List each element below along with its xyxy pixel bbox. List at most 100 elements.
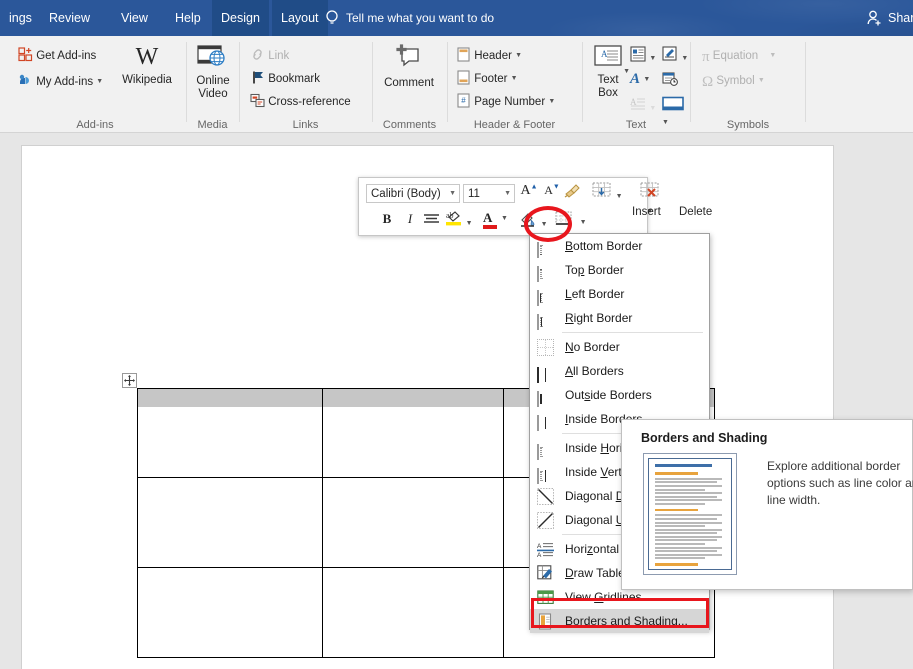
insert-label[interactable]: Insert <box>632 206 661 218</box>
shading-button[interactable]: ▼ <box>519 211 548 231</box>
font-color-button[interactable]: A ▼ <box>483 210 508 229</box>
share-button[interactable]: Shar <box>888 0 913 36</box>
tab-settings[interactable]: ings <box>0 0 41 36</box>
borders-dropdown-button[interactable]: ▼ <box>555 211 587 229</box>
quick-parts-button[interactable]: ▼ <box>630 46 656 65</box>
date-time-button[interactable] <box>662 71 678 90</box>
table-cell[interactable] <box>137 476 323 568</box>
comment-icon <box>396 44 419 67</box>
document-preview-thumbnail <box>643 453 737 575</box>
all-borders-icon <box>537 363 554 383</box>
table-cell[interactable] <box>321 476 505 568</box>
menu-item-right-border[interactable]: Right Border <box>530 306 709 330</box>
format-painter-button[interactable] <box>564 183 582 202</box>
ribbon-group-comments: Comment Comments <box>372 36 447 133</box>
get-addins-button[interactable]: Get Add-ins <box>18 46 96 66</box>
borders-and-shading-tooltip: Borders and Shading Explore additional b… <box>621 419 913 590</box>
italic-button[interactable]: I <box>402 211 418 227</box>
menu-item-borders-and-shading[interactable]: Borders and Shading... <box>530 609 709 633</box>
chevron-down-icon[interactable]: ▼ <box>515 46 522 66</box>
signature-line-icon <box>662 46 677 61</box>
tab-design[interactable]: Design <box>212 0 269 36</box>
bookmark-label: Bookmark <box>268 73 320 85</box>
header-button[interactable]: Header ▼ <box>456 46 522 66</box>
font-size-input[interactable]: 11 ▼ <box>463 184 515 203</box>
chevron-down-icon[interactable]: ▼ <box>616 193 623 200</box>
tab-help[interactable]: Help <box>166 0 210 36</box>
chevron-down-icon[interactable]: ▼ <box>504 185 511 203</box>
menu-item-bottom-border[interactable]: Bottom Border <box>530 234 709 258</box>
symbol-button: Ω Symbol ▼ <box>702 71 765 91</box>
grow-font-button[interactable]: A▲ <box>519 182 539 199</box>
insert-table-button[interactable]: ▼ <box>592 182 623 203</box>
align-button[interactable] <box>423 212 440 229</box>
chevron-down-icon[interactable]: ▼ <box>511 69 518 89</box>
menu-item-outside-borders[interactable]: Outside Borders <box>530 383 709 407</box>
chevron-down-icon[interactable]: ▼ <box>580 219 587 226</box>
svg-text:A: A <box>537 543 542 550</box>
page-number-button[interactable]: # Page Number ▼ <box>456 92 555 112</box>
group-title-header-footer: Header & Footer <box>473 119 556 131</box>
menu-item-top-border[interactable]: Top Border <box>530 258 709 282</box>
menu-item-no-border[interactable]: No Border <box>530 335 709 359</box>
chevron-down-icon[interactable]: ▼ <box>96 72 103 92</box>
grow-font-icon: A <box>520 183 531 198</box>
chevron-down-icon[interactable]: ▼ <box>681 55 688 62</box>
chevron-down-icon[interactable]: ▼ <box>501 215 508 222</box>
wikipedia-button[interactable]: W Wikipedia <box>116 44 178 87</box>
table-move-handle-icon[interactable] <box>122 373 137 388</box>
bookmark-button[interactable]: Bookmark <box>250 69 320 89</box>
share-person-icon[interactable] <box>866 9 884 27</box>
chevron-down-icon[interactable]: ▼ <box>643 76 650 83</box>
group-title-add-ins: Add-ins <box>76 119 114 131</box>
ribbon-group-text: A Text Box ▼ ▼ ▼ A ▼ A ▼ ▼ Text <box>582 36 690 133</box>
tell-me-search[interactable]: Tell me what you want to do <box>346 0 494 36</box>
no-border-icon <box>537 339 554 356</box>
chevron-down-icon[interactable]: ▼ <box>449 185 456 203</box>
menu-separator <box>562 332 703 333</box>
cross-reference-label: Cross-reference <box>268 96 351 108</box>
online-video-button[interactable]: Online Video <box>194 44 232 101</box>
diagonal-up-border-icon <box>537 512 554 529</box>
tab-view[interactable]: View <box>112 0 157 36</box>
format-painter-icon <box>564 184 580 198</box>
mini-formatting-toolbar[interactable]: Calibri (Body) ▼ 11 ▼ A▲ A▼ ▼ ▼ Insert D… <box>358 177 712 236</box>
chevron-down-icon[interactable]: ▼ <box>623 65 630 78</box>
chevron-down-icon[interactable]: ▼ <box>548 92 555 112</box>
equation-label: Equation <box>712 50 759 63</box>
tab-layout[interactable]: Layout <box>272 0 328 36</box>
table-cell[interactable] <box>321 388 505 478</box>
group-title-text: Text <box>625 119 647 131</box>
wordart-icon: A <box>630 71 641 87</box>
my-addins-button[interactable]: My Add-ins ▼ <box>18 72 103 92</box>
table-cell[interactable] <box>137 388 323 478</box>
bold-button[interactable]: B <box>379 211 395 227</box>
wordart-button[interactable]: A ▼ <box>630 71 650 88</box>
signature-line-button[interactable]: ▼ <box>662 46 688 65</box>
delete-label[interactable]: Delete <box>679 206 712 218</box>
comment-button[interactable]: Comment <box>378 44 440 90</box>
bottom-border-icon <box>537 238 554 258</box>
footer-icon <box>457 70 470 85</box>
footer-button[interactable]: Footer ▼ <box>456 69 518 89</box>
symbol-label: Symbol <box>716 75 755 88</box>
chevron-down-icon[interactable]: ▼ <box>649 55 656 62</box>
cross-reference-button[interactable]: Cross-reference <box>250 92 351 112</box>
text-box-icon: A <box>594 45 622 66</box>
top-border-icon <box>537 262 554 282</box>
equation-button: π Equation ▼ <box>702 46 776 66</box>
tab-review[interactable]: Review <box>40 0 99 36</box>
shrink-font-button[interactable]: A▼ <box>542 182 562 198</box>
menu-item-left-border[interactable]: Left Border <box>530 282 709 306</box>
chevron-down-icon[interactable]: ▼ <box>466 220 473 227</box>
highlight-button[interactable]: ab ▼ <box>445 210 473 230</box>
font-name-input[interactable]: Calibri (Body) ▼ <box>366 184 460 203</box>
font-color-icon: A <box>483 210 493 225</box>
text-box-button[interactable]: A Text Box ▼ <box>586 44 630 100</box>
menu-item-all-borders[interactable]: All Borders <box>530 359 709 383</box>
link-icon <box>253 49 262 60</box>
insert-table-icon <box>592 182 611 197</box>
chevron-down-icon[interactable]: ▼ <box>541 221 548 228</box>
table-cell[interactable] <box>321 566 505 659</box>
table-cell[interactable] <box>137 566 323 659</box>
